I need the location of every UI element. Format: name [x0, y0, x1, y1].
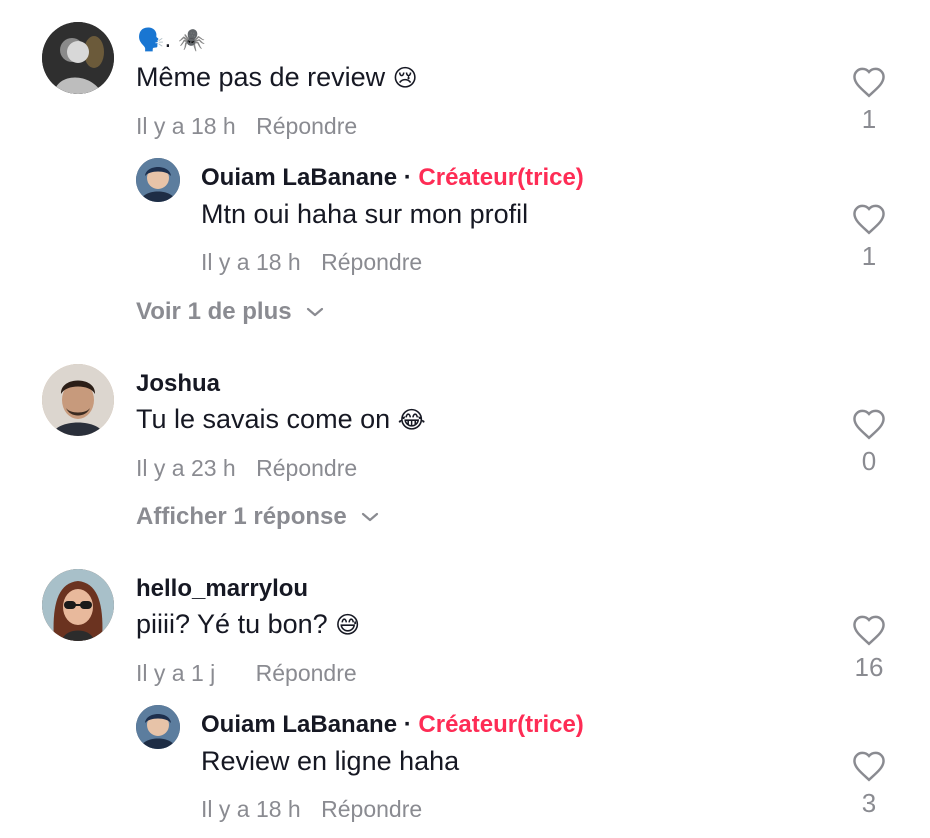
- reply-button[interactable]: Répondre: [256, 113, 357, 139]
- reply-button[interactable]: Répondre: [256, 660, 357, 686]
- reply-button[interactable]: Répondre: [321, 249, 422, 275]
- comment-timestamp: Il y a 23 h: [136, 455, 236, 481]
- reply-timestamp: Il y a 18 h: [201, 796, 301, 822]
- like-button[interactable]: 3: [839, 750, 899, 819]
- reply-meta: Il y a 18 h Répondre: [201, 796, 422, 823]
- reply-button[interactable]: Répondre: [321, 796, 422, 822]
- crying-emoji: 😢: [392, 64, 418, 92]
- comment-username[interactable]: 🗣️. 🕷️: [137, 28, 206, 53]
- avatar[interactable]: [136, 705, 180, 749]
- avatar[interactable]: [42, 569, 114, 641]
- like-count: 0: [861, 446, 877, 476]
- like-button[interactable]: 0: [839, 408, 899, 477]
- comment-timestamp: Il y a 18 h: [136, 113, 236, 139]
- reply-button[interactable]: Répondre: [256, 455, 357, 481]
- user-avatar-image: [42, 569, 114, 641]
- creator-badge: Créateur(trice): [418, 711, 584, 738]
- user-avatar-image: [42, 364, 114, 436]
- heart-outline-icon: [853, 204, 885, 235]
- reply-meta: Il y a 18 h Répondre: [201, 249, 422, 276]
- comment-username[interactable]: Joshua: [136, 370, 220, 398]
- creator-avatar-image: [136, 158, 180, 202]
- chevron-down-icon: [306, 307, 323, 317]
- creator-badge: Créateur(trice): [418, 164, 584, 191]
- avatar[interactable]: [42, 364, 114, 436]
- comment-meta: Il y a 23 h Répondre: [136, 455, 357, 482]
- reply-text: Review en ligne haha: [201, 746, 460, 776]
- sweat-smile-emoji: 😅: [335, 611, 361, 639]
- heart-outline-icon: [853, 409, 885, 440]
- avatar[interactable]: [42, 22, 114, 94]
- comment-username[interactable]: hello_marrylou: [136, 575, 308, 603]
- laughing-emoji: 😂: [397, 406, 426, 434]
- reply-text: Mtn oui haha sur mon profil: [201, 199, 529, 229]
- view-more-replies-button[interactable]: Voir 1 de plus: [136, 298, 324, 326]
- comment-text: Tu le savais come on 😂: [136, 404, 426, 434]
- creator-avatar-image: [136, 705, 180, 749]
- reply-username[interactable]: Ouiam LaBanane · Créateur(trice): [201, 711, 584, 739]
- like-count: 1: [861, 241, 877, 271]
- avatar[interactable]: [136, 158, 180, 202]
- comment-timestamp: Il y a 1 j: [136, 660, 216, 686]
- comment-text: Même pas de review 😢: [136, 62, 418, 92]
- like-button[interactable]: 1: [839, 203, 899, 272]
- reply-timestamp: Il y a 18 h: [201, 249, 301, 275]
- like-count: 3: [861, 788, 877, 818]
- like-button[interactable]: 1: [839, 66, 899, 135]
- heart-outline-icon: [853, 67, 885, 98]
- like-count: 16: [854, 652, 884, 682]
- like-count: 1: [861, 104, 877, 134]
- like-button[interactable]: 16: [839, 614, 899, 683]
- heart-outline-icon: [853, 615, 885, 646]
- comment-text: piiii? Yé tu bon? 😅: [136, 609, 361, 639]
- comment-meta: Il y a 1 j Répondre: [136, 660, 357, 687]
- comment-meta: Il y a 18 h Répondre: [136, 113, 357, 140]
- chevron-down-icon: [361, 512, 378, 522]
- reply-username[interactable]: Ouiam LaBanane · Créateur(trice): [201, 164, 584, 192]
- heart-outline-icon: [853, 751, 885, 782]
- default-avatar-icon: [42, 22, 114, 94]
- show-replies-button[interactable]: Afficher 1 réponse: [136, 503, 379, 531]
